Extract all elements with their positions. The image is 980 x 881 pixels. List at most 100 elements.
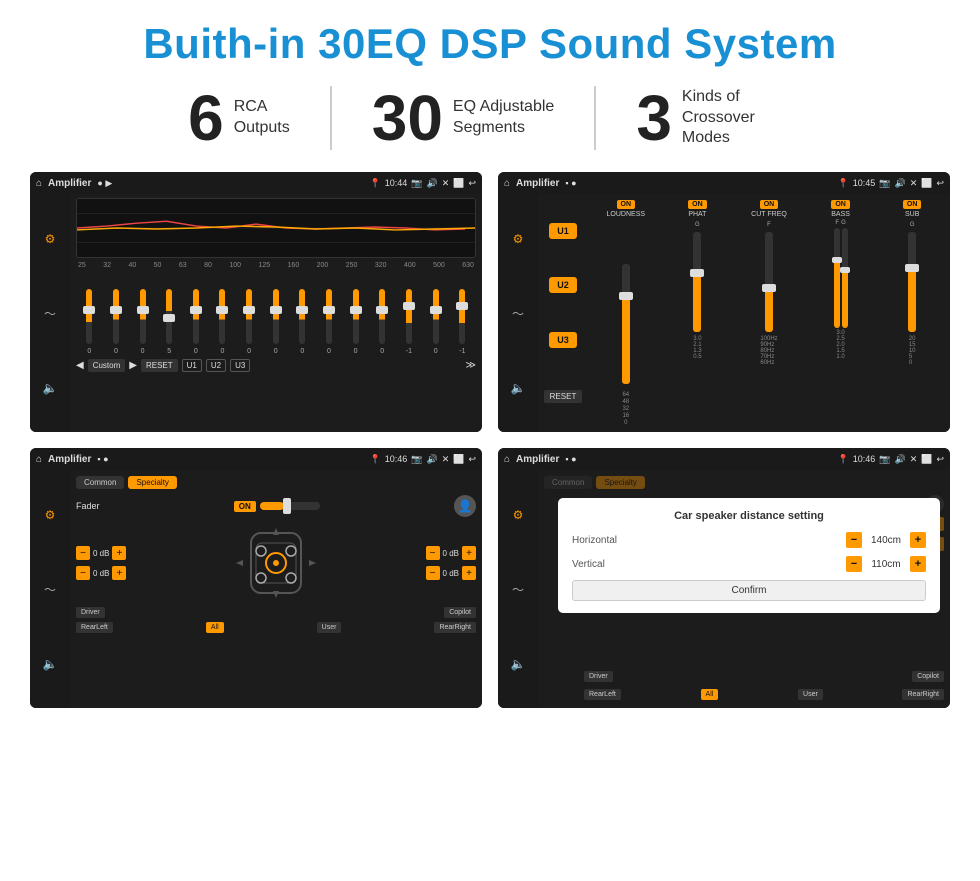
cross-time: 10:45 bbox=[853, 178, 876, 188]
eq-reset-btn[interactable]: RESET bbox=[141, 359, 178, 372]
dist-rearleft-btn[interactable]: RearLeft bbox=[584, 689, 621, 700]
dist-time: 10:46 bbox=[853, 454, 876, 464]
eq-topbar-right: 📍 10:44 📷 🔊 ✕ ⬜ ↩ bbox=[370, 178, 477, 189]
eq-slider-4: 0 bbox=[193, 289, 199, 355]
dist-all-btn[interactable]: All bbox=[701, 689, 719, 700]
eq-slider-1: 0 bbox=[113, 289, 119, 355]
fader-tab-common[interactable]: Common bbox=[76, 476, 124, 489]
dist-vertical-minus[interactable]: − bbox=[846, 556, 862, 572]
dist-driver-btn[interactable]: Driver bbox=[584, 671, 613, 682]
eq-topbar: ⌂ Amplifier ● ▶ 📍 10:44 📷 🔊 ✕ ⬜ ↩ bbox=[30, 172, 482, 194]
cross-filter-icon[interactable]: ⚙ bbox=[513, 232, 524, 246]
phat-slider-thumb[interactable] bbox=[690, 269, 704, 277]
dist-speaker-icon[interactable]: 🔈 bbox=[511, 657, 526, 671]
fader-right-controls: − 0 dB + − 0 dB + bbox=[426, 546, 476, 580]
fader-filter-icon[interactable]: ⚙ bbox=[45, 508, 56, 522]
fader-on-btn[interactable]: ON bbox=[234, 501, 256, 512]
cross-bass-on[interactable]: ON bbox=[831, 200, 850, 209]
fader-user-btn[interactable]: User bbox=[317, 622, 342, 633]
fader-all-btn[interactable]: All bbox=[206, 622, 224, 633]
dist-tab-common[interactable]: Common bbox=[544, 476, 592, 489]
cross-channel-bass: ON BASS FG bbox=[807, 200, 875, 426]
dist-main-area: Common Specialty ON − 0 dB bbox=[538, 470, 950, 708]
cross-u2-btn[interactable]: U2 bbox=[549, 277, 577, 293]
dist-home-icon[interactable]: ⌂ bbox=[504, 454, 510, 465]
fader-plus-br[interactable]: + bbox=[462, 566, 476, 580]
fader-minus-tl[interactable]: − bbox=[76, 546, 90, 560]
eq-u2-btn[interactable]: U2 bbox=[206, 359, 226, 372]
eq-slider-10: 0 bbox=[353, 289, 359, 355]
cross-channel-phat: ON PHAT G 3.02.11.30.5 bbox=[664, 200, 732, 426]
dist-confirm-btn[interactable]: Confirm bbox=[572, 580, 926, 601]
cross-sub-on[interactable]: ON bbox=[903, 200, 922, 209]
screenshots-grid: ⌂ Amplifier ● ▶ 📍 10:44 📷 🔊 ✕ ⬜ ↩ ⚙ 〜 bbox=[30, 172, 950, 708]
fader-plus-bl[interactable]: + bbox=[112, 566, 126, 580]
fader-rearright-btn[interactable]: RearRight bbox=[434, 622, 476, 633]
eq-next-arrow[interactable]: ▶ bbox=[129, 360, 137, 371]
dist-vertical-label: Vertical bbox=[572, 559, 632, 570]
fader-time: 10:46 bbox=[385, 454, 408, 464]
fader-slider-thumb[interactable] bbox=[283, 498, 291, 514]
eq-u1-btn[interactable]: U1 bbox=[182, 359, 202, 372]
eq-freq-labels: 253240 506380 100125160 200250320 400500… bbox=[76, 262, 476, 269]
fader-minus-br[interactable]: − bbox=[426, 566, 440, 580]
dist-wave-icon[interactable]: 〜 bbox=[512, 581, 524, 598]
bass-g-thumb[interactable] bbox=[840, 267, 850, 273]
cross-cutfreq-on[interactable]: ON bbox=[760, 200, 779, 209]
dist-filter-icon[interactable]: ⚙ bbox=[513, 508, 524, 522]
fader-plus-tl[interactable]: + bbox=[112, 546, 126, 560]
cross-u1-btn[interactable]: U1 bbox=[549, 223, 577, 239]
eq-custom-btn[interactable]: Custom bbox=[88, 359, 126, 372]
fader-speaker-icon[interactable]: 🔈 bbox=[43, 657, 58, 671]
cross-wave-icon[interactable]: 〜 bbox=[512, 305, 524, 322]
eq-wave-icon[interactable]: 〜 bbox=[44, 305, 56, 322]
cross-u3-btn[interactable]: U3 bbox=[549, 332, 577, 348]
fader-wave-icon[interactable]: 〜 bbox=[44, 581, 56, 598]
loudness-slider-thumb[interactable] bbox=[619, 292, 633, 300]
dist-topbar-right: 📍 10:46 📷 🔊 ✕ ⬜ ↩ bbox=[838, 454, 945, 465]
cross-phat-on[interactable]: ON bbox=[688, 200, 707, 209]
fader-db-bottom-right: − 0 dB + bbox=[426, 566, 476, 580]
dist-tab-specialty[interactable]: Specialty bbox=[596, 476, 644, 489]
dist-user-btn[interactable]: User bbox=[798, 689, 823, 700]
bass-f-thumb[interactable] bbox=[832, 257, 842, 263]
fader-minus-tr[interactable]: − bbox=[426, 546, 440, 560]
dist-horizontal-plus[interactable]: + bbox=[910, 532, 926, 548]
cross-sub-label: SUB bbox=[905, 211, 919, 218]
eq-filter-icon[interactable]: ⚙ bbox=[45, 232, 56, 246]
dist-horizontal-minus[interactable]: − bbox=[846, 532, 862, 548]
fader-screen-title: Amplifier bbox=[48, 454, 91, 465]
cross-reset-btn[interactable]: RESET bbox=[544, 390, 583, 403]
fader-bottom-nav: Driver Copilot bbox=[76, 607, 476, 618]
eq-speaker-icon[interactable]: 🔈 bbox=[43, 381, 58, 395]
eq-expand-icon[interactable]: ≫ bbox=[466, 360, 476, 371]
dist-vertical-plus[interactable]: + bbox=[910, 556, 926, 572]
eq-graph bbox=[76, 198, 476, 258]
cross-home-icon[interactable]: ⌂ bbox=[504, 178, 510, 189]
dist-vertical-row: Vertical − 110cm + bbox=[572, 556, 926, 572]
fader-plus-tr[interactable]: + bbox=[462, 546, 476, 560]
eq-prev-arrow[interactable]: ◀ bbox=[76, 360, 84, 371]
cutfreq-slider-thumb[interactable] bbox=[762, 284, 776, 292]
eq-status-dots: ● ▶ bbox=[97, 178, 112, 189]
cross-loudness-on[interactable]: ON bbox=[617, 200, 636, 209]
fader-tab-specialty[interactable]: Specialty bbox=[128, 476, 176, 489]
fader-rearleft-btn[interactable]: RearLeft bbox=[76, 622, 113, 633]
fader-copilot-btn[interactable]: Copilot bbox=[444, 607, 476, 618]
sub-slider-thumb[interactable] bbox=[905, 264, 919, 272]
home-icon[interactable]: ⌂ bbox=[36, 178, 42, 189]
dist-copilot-btn[interactable]: Copilot bbox=[912, 671, 944, 682]
cross-speaker-icon[interactable]: 🔈 bbox=[511, 381, 526, 395]
eq-bottom-bar: ◀ Custom ▶ RESET U1 U2 U3 ≫ bbox=[76, 359, 476, 372]
fader-home-icon[interactable]: ⌂ bbox=[36, 454, 42, 465]
cross-x-icon: ✕ bbox=[910, 178, 918, 189]
dist-cam-icon: 📷 bbox=[879, 454, 890, 465]
eq-u3-btn[interactable]: U3 bbox=[230, 359, 250, 372]
cross-topbar: ⌂ Amplifier ▪ ● 📍 10:45 📷 🔊 ✕ ⬜ ↩ bbox=[498, 172, 950, 194]
eq-screen-title: Amplifier bbox=[48, 178, 91, 189]
fader-minus-bl[interactable]: − bbox=[76, 566, 90, 580]
fader-driver-btn[interactable]: Driver bbox=[76, 607, 105, 618]
dist-rearright-btn[interactable]: RearRight bbox=[902, 689, 944, 700]
fader-car-area bbox=[132, 523, 419, 603]
fader-screen: ⌂ Amplifier ▪ ● 📍 10:46 📷 🔊 ✕ ⬜ ↩ ⚙ 〜 bbox=[30, 448, 482, 708]
